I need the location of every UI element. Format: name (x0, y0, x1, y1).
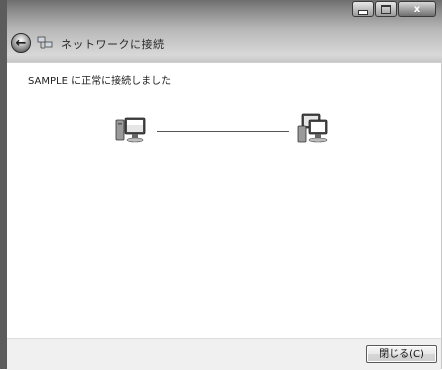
caption-buttons: x (351, 1, 436, 19)
close-icon: x (413, 3, 421, 15)
status-message: SAMPLE に正常に接続しました (28, 76, 172, 87)
connection-line (157, 131, 289, 132)
minimize-button[interactable] (352, 1, 374, 17)
network-icon (37, 36, 53, 49)
close-button[interactable]: 閉じる(C) (366, 345, 437, 363)
window-title: ネットワークに接続 (61, 38, 165, 51)
back-arrow-icon: ← (15, 35, 27, 51)
maximize-icon (381, 4, 391, 14)
minimize-icon (358, 9, 368, 15)
network-computers-icon (297, 113, 328, 143)
computer-icon (115, 117, 146, 143)
close-window-button[interactable]: x (398, 1, 436, 17)
back-button[interactable]: ← (11, 33, 31, 53)
maximize-button[interactable] (375, 1, 397, 17)
content-area (7, 62, 441, 339)
